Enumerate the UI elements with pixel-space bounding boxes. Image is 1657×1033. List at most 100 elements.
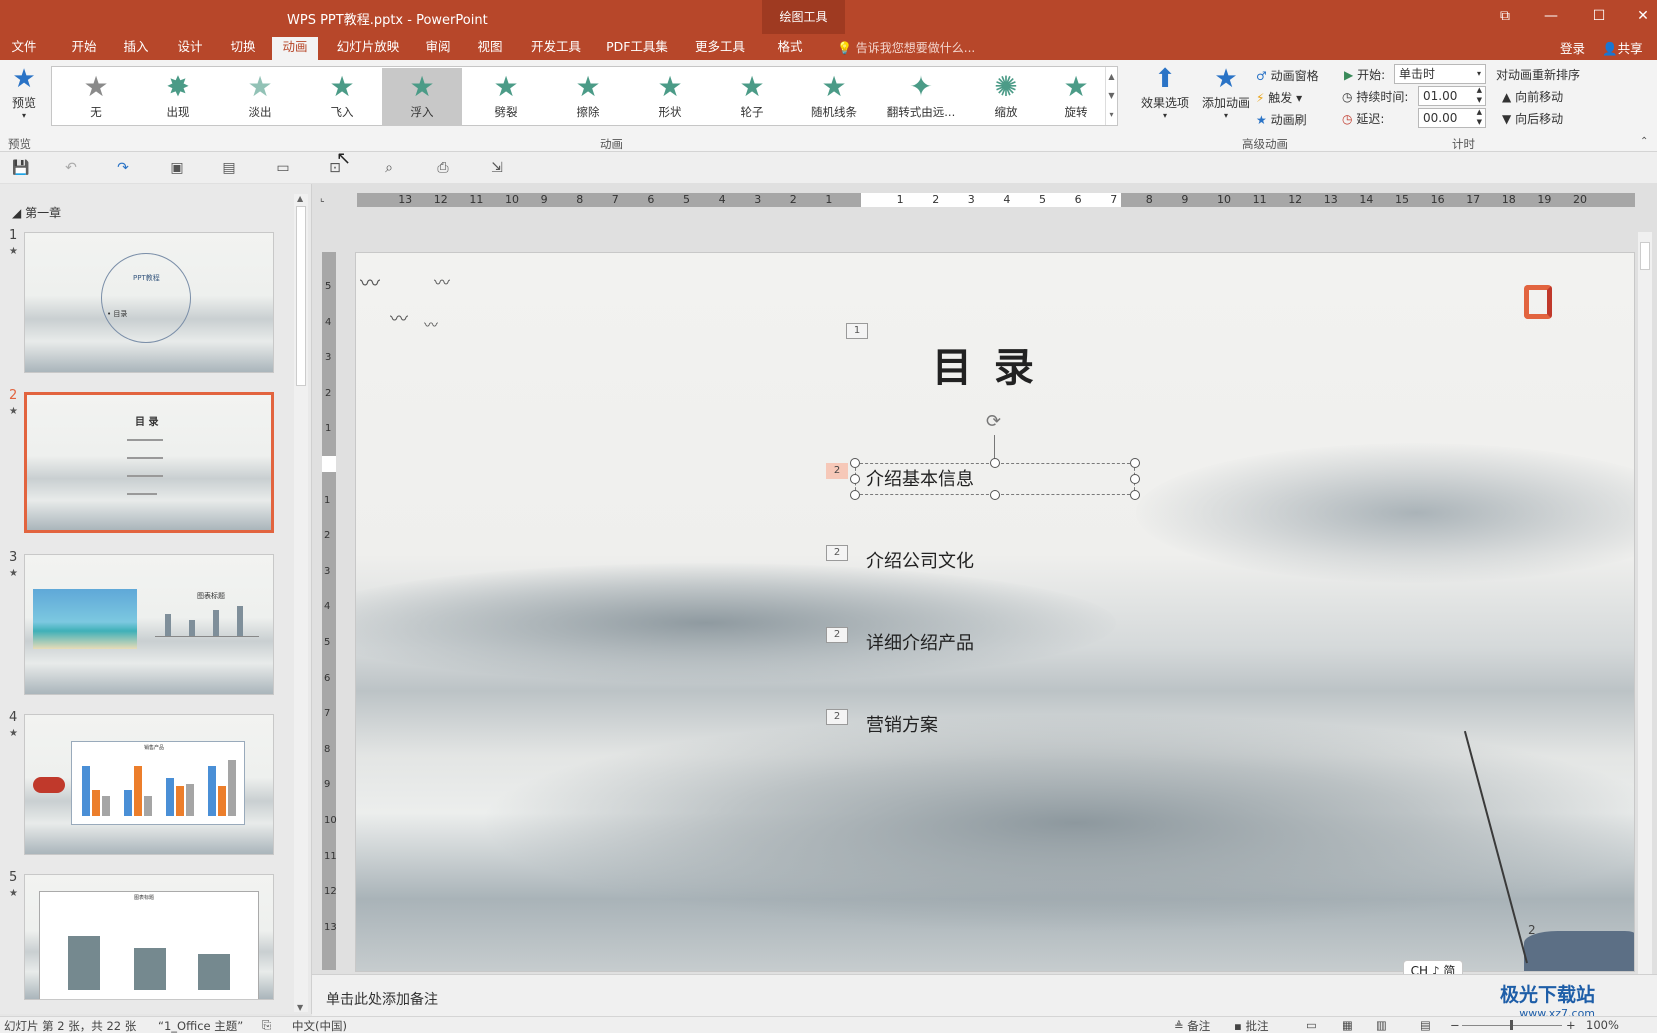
section-header[interactable]: ◢ 第一章 <box>12 204 61 221</box>
tab-format[interactable]: 格式 <box>770 37 810 60</box>
slide-title[interactable]: 目 录 <box>932 335 1038 393</box>
preview-button[interactable]: ★ 预览 ▾ <box>4 64 44 120</box>
close-icon[interactable]: ✕ <box>1632 6 1654 26</box>
resize-handle[interactable] <box>850 490 860 500</box>
redo-icon[interactable]: ↷ <box>112 158 134 178</box>
animation-pane-button[interactable]: ♂ 动画窗格 <box>1256 67 1319 84</box>
trigger-button[interactable]: ⚡ 触发 ▾ <box>1256 89 1302 106</box>
scroll-thumb[interactable] <box>1640 242 1650 270</box>
anim-fly-in[interactable]: ★ 飞入 <box>302 68 382 126</box>
tab-more-tools[interactable]: 更多工具 <box>690 37 750 60</box>
slide-scrollbar[interactable] <box>1638 232 1652 992</box>
language[interactable]: 中文(中国) <box>292 1018 347 1033</box>
minimize-icon[interactable]: — <box>1540 6 1562 26</box>
print-icon[interactable]: ⎙ <box>432 158 454 178</box>
toc-item[interactable]: 介绍公司文化 <box>866 547 974 573</box>
move-later-button[interactable]: ▼ 向后移动 <box>1502 110 1563 127</box>
slide-thumbnail-1[interactable]: PPT教程 • 目录 <box>24 232 274 373</box>
comments-toggle[interactable]: ▪ 批注 <box>1234 1018 1268 1033</box>
toc-item[interactable]: 详细介绍产品 <box>866 629 974 655</box>
anim-wheel[interactable]: ★ 轮子 <box>712 68 792 126</box>
anim-appear[interactable]: ✸ 出现 <box>138 68 218 126</box>
tell-me-box[interactable]: 💡 告诉我您想要做什么... <box>837 39 975 56</box>
rotate-handle-icon[interactable]: ⟳ <box>986 411 1001 432</box>
spinner-icon[interactable]: ▲ ▼ <box>1477 85 1482 105</box>
spellcheck-icon[interactable]: ⎘ <box>262 1018 271 1033</box>
spinner-icon[interactable]: ▲ ▼ <box>1477 107 1482 127</box>
animation-tag[interactable]: 1 <box>846 323 868 339</box>
anim-float-in[interactable]: ★ 浮入 <box>382 68 462 126</box>
resize-handle[interactable] <box>850 474 860 484</box>
collapse-ribbon-icon[interactable]: ⌃ <box>1640 136 1648 147</box>
anim-shape[interactable]: ★ 形状 <box>630 68 710 126</box>
notes-toggle[interactable]: ≜ 备注 <box>1174 1018 1210 1033</box>
slide-canvas[interactable]: 〰 〰 〰 〰 1 目 录 ⟳ 2 介绍基本信息 2 介绍公司文化 2 详细介绍… <box>355 252 1635 972</box>
tab-developer[interactable]: 开发工具 <box>526 37 586 60</box>
anim-swivel[interactable]: ★ 旋转 <box>1036 68 1116 126</box>
textbox-icon[interactable]: ▤ <box>218 158 240 178</box>
undo-icon[interactable]: ↶ <box>60 158 82 178</box>
tab-selector-icon[interactable]: ⌞ <box>320 193 325 204</box>
zoom-out-icon[interactable]: − <box>1450 1018 1460 1032</box>
maximize-icon[interactable]: ☐ <box>1588 6 1610 26</box>
start-select[interactable]: 单击时 ▾ <box>1394 64 1486 84</box>
effect-options-button[interactable]: ⬆ 效果选项 ▾ <box>1138 64 1192 120</box>
resize-handle[interactable] <box>1130 458 1140 468</box>
resize-handle[interactable] <box>990 490 1000 500</box>
anim-random-bars[interactable]: ★ 随机线条 <box>794 68 874 126</box>
slide-thumbnail-4[interactable]: 销售产品 <box>24 714 274 855</box>
save-icon[interactable]: 💾 <box>10 158 32 178</box>
resize-handle[interactable] <box>1130 474 1140 484</box>
gallery-scroll[interactable]: ▲ ▼ ▾ <box>1105 67 1117 125</box>
slide-thumbnail-2[interactable]: 目 录 <box>24 392 274 533</box>
resize-handle[interactable] <box>990 458 1000 468</box>
tab-home[interactable]: 开始 <box>66 37 102 60</box>
anim-grow-turn[interactable]: ✦ 翻转式由远... <box>878 68 964 126</box>
export-icon[interactable]: ⇲ <box>486 158 508 178</box>
notes-pane[interactable]: 单击此处添加备注 <box>312 974 1657 1016</box>
tab-insert[interactable]: 插入 <box>118 37 154 60</box>
new-slide-icon[interactable]: ▣ <box>166 158 188 178</box>
animation-tag[interactable]: 2 <box>826 463 848 479</box>
anim-wipe[interactable]: ★ 擦除 <box>548 68 628 126</box>
anim-split[interactable]: ★ 劈裂 <box>466 68 546 126</box>
slideshow-icon[interactable]: ▭ <box>272 158 294 178</box>
slide-thumbnail-3[interactable]: 图表标题 <box>24 554 274 695</box>
duration-input[interactable]: 01.00 ▲ ▼ <box>1418 86 1486 106</box>
toc-item[interactable]: 介绍基本信息 <box>866 465 974 491</box>
tab-view[interactable]: 视图 <box>472 37 508 60</box>
add-animation-button[interactable]: ★ 添加动画 ▾ <box>1200 64 1252 120</box>
tab-file[interactable]: 文件 <box>6 37 42 60</box>
animation-tag[interactable]: 2 <box>826 545 848 561</box>
tab-animations[interactable]: 动画 <box>272 37 318 60</box>
zoom-level[interactable]: 100% <box>1586 1018 1619 1032</box>
animation-tag[interactable]: 2 <box>826 709 848 725</box>
resize-handle[interactable] <box>850 458 860 468</box>
sorter-view-icon[interactable]: ▦ <box>1342 1018 1353 1032</box>
tab-pdf-tools[interactable]: PDF工具集 <box>602 37 672 60</box>
animation-tag[interactable]: 2 <box>826 627 848 643</box>
tab-review[interactable]: 审阅 <box>420 37 456 60</box>
slide-thumbnail-5[interactable]: 图表标题 <box>24 874 274 1000</box>
normal-view-icon[interactable]: ▭ <box>1306 1018 1317 1032</box>
move-earlier-button[interactable]: ▲ 向前移动 <box>1502 88 1563 105</box>
anim-none[interactable]: ★ 无 <box>56 68 136 126</box>
reading-view-icon[interactable]: ▥ <box>1376 1018 1387 1032</box>
anim-fade[interactable]: ★ 淡出 <box>220 68 300 126</box>
delay-input[interactable]: 00.00 ▲ ▼ <box>1418 108 1486 128</box>
login-link[interactable]: 登录 <box>1560 38 1585 57</box>
zoom-in-icon[interactable]: + <box>1566 1018 1576 1032</box>
thumbnails-scrollbar[interactable]: ▲ ▼ <box>294 194 308 1012</box>
share-button[interactable]: 👤共享 <box>1602 38 1643 57</box>
ribbon-display-icon[interactable]: ⧉ <box>1494 6 1516 26</box>
zoom-slider-thumb[interactable] <box>1510 1020 1513 1030</box>
resize-handle[interactable] <box>1130 490 1140 500</box>
tab-transitions[interactable]: 切换 <box>225 37 261 60</box>
animation-painter-button[interactable]: ★ 动画刷 <box>1256 111 1307 128</box>
tab-design[interactable]: 设计 <box>172 37 208 60</box>
toc-item[interactable]: 营销方案 <box>866 711 938 737</box>
tab-slideshow[interactable]: 幻灯片放映 <box>333 37 403 60</box>
print-preview-icon[interactable]: ⌕ <box>378 158 400 178</box>
scroll-thumb[interactable] <box>296 206 306 386</box>
anim-zoom[interactable]: ✺ 缩放 <box>966 68 1046 126</box>
